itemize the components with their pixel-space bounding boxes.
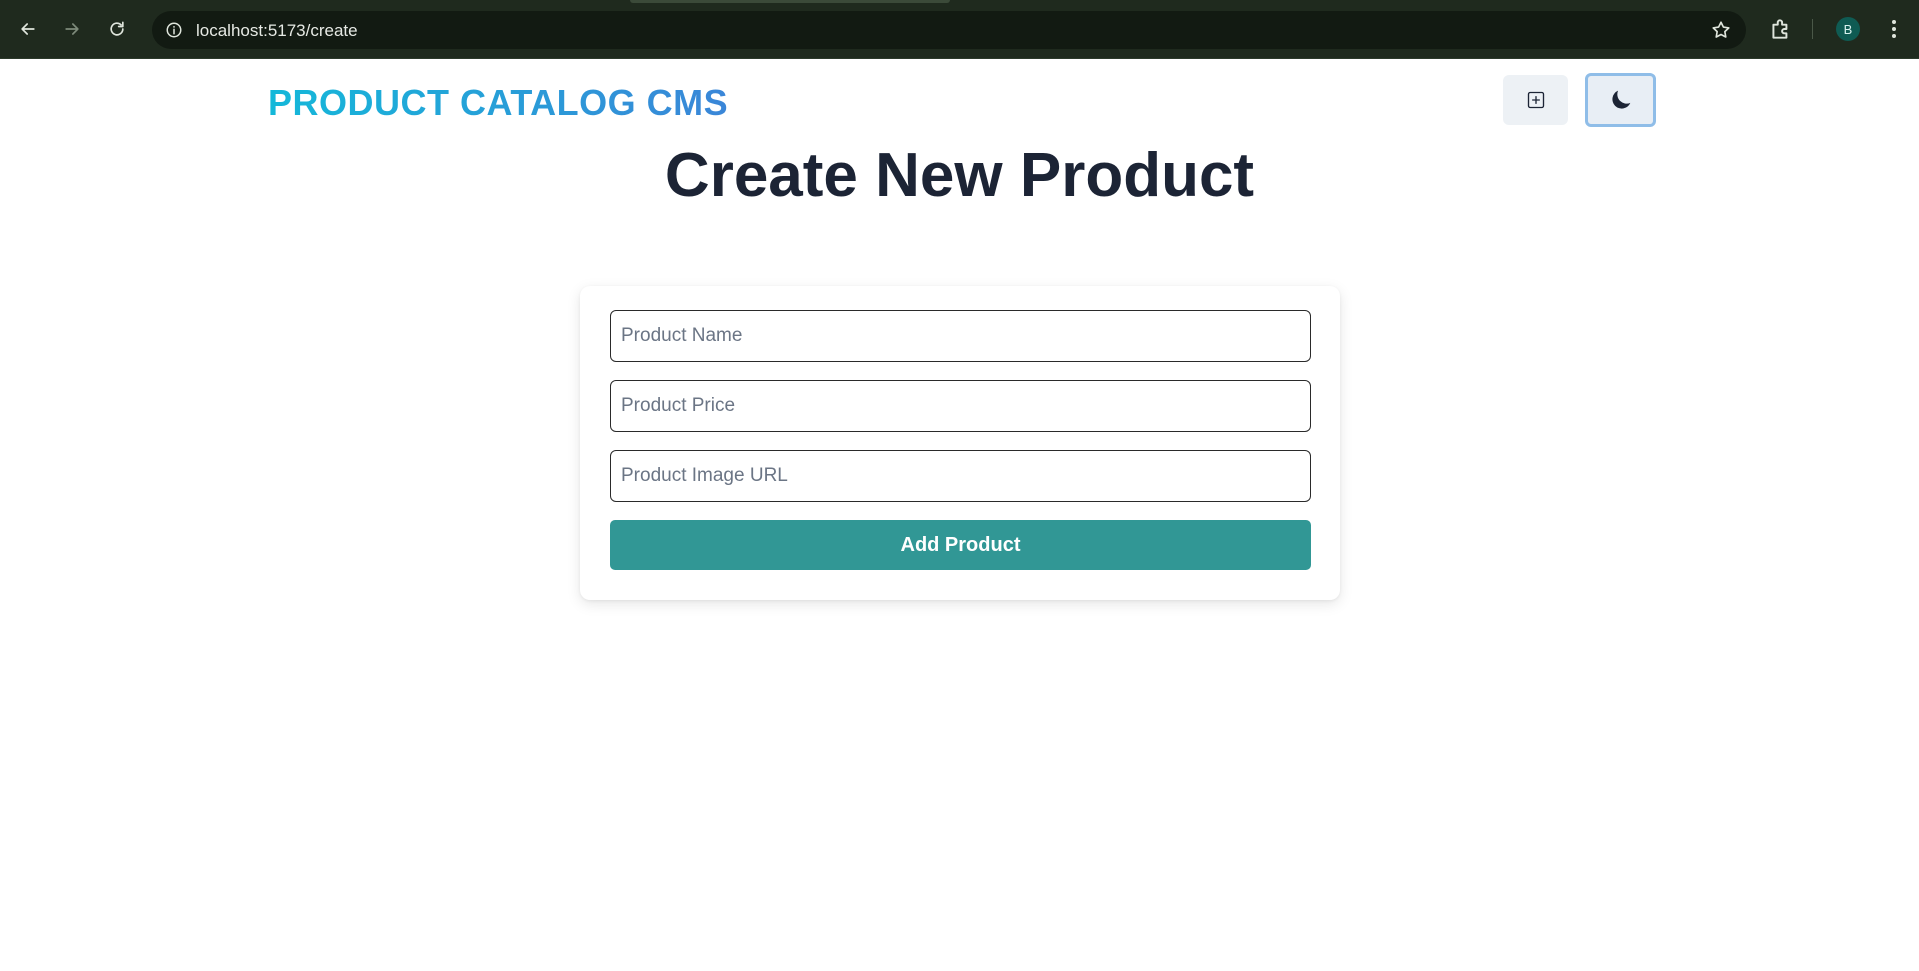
site-info-icon[interactable]	[162, 18, 186, 42]
url-text[interactable]: localhost:5173/create	[196, 21, 358, 41]
product-image-url-input[interactable]	[610, 450, 1311, 502]
moon-icon	[1611, 90, 1630, 109]
tab-indicator	[630, 0, 950, 3]
address-bar[interactable]: localhost:5173/create	[152, 11, 1746, 49]
create-product-button[interactable]	[1503, 75, 1568, 125]
page-content: PRODUCT CATALOG CMS Create New Product A…	[0, 60, 1919, 971]
page-title: Create New Product	[664, 141, 1255, 210]
create-product-form: Add Product	[580, 286, 1340, 600]
forward-button[interactable]	[57, 14, 87, 44]
reload-button[interactable]	[102, 14, 132, 44]
kebab-menu-icon[interactable]	[1882, 16, 1906, 42]
toolbar-divider	[1812, 19, 1813, 39]
back-button[interactable]	[13, 14, 43, 44]
toggle-theme-button[interactable]	[1585, 73, 1656, 127]
reload-icon	[110, 21, 124, 36]
product-name-input[interactable]	[610, 310, 1311, 362]
browser-toolbar: localhost:5173/create B	[0, 0, 1919, 59]
profile-initial: B	[1843, 21, 1853, 37]
back-arrow-icon	[21, 23, 35, 35]
profile-avatar[interactable]: B	[1836, 17, 1860, 41]
brand-logo-link[interactable]: PRODUCT CATALOG CMS	[268, 82, 728, 124]
forward-arrow-icon	[65, 23, 79, 35]
add-product-button[interactable]: Add Product	[610, 520, 1311, 570]
bookmark-star-icon[interactable]	[1710, 19, 1732, 41]
extensions-icon[interactable]	[1768, 16, 1794, 42]
plus-square-icon	[1527, 91, 1544, 109]
product-price-input[interactable]	[610, 380, 1311, 432]
